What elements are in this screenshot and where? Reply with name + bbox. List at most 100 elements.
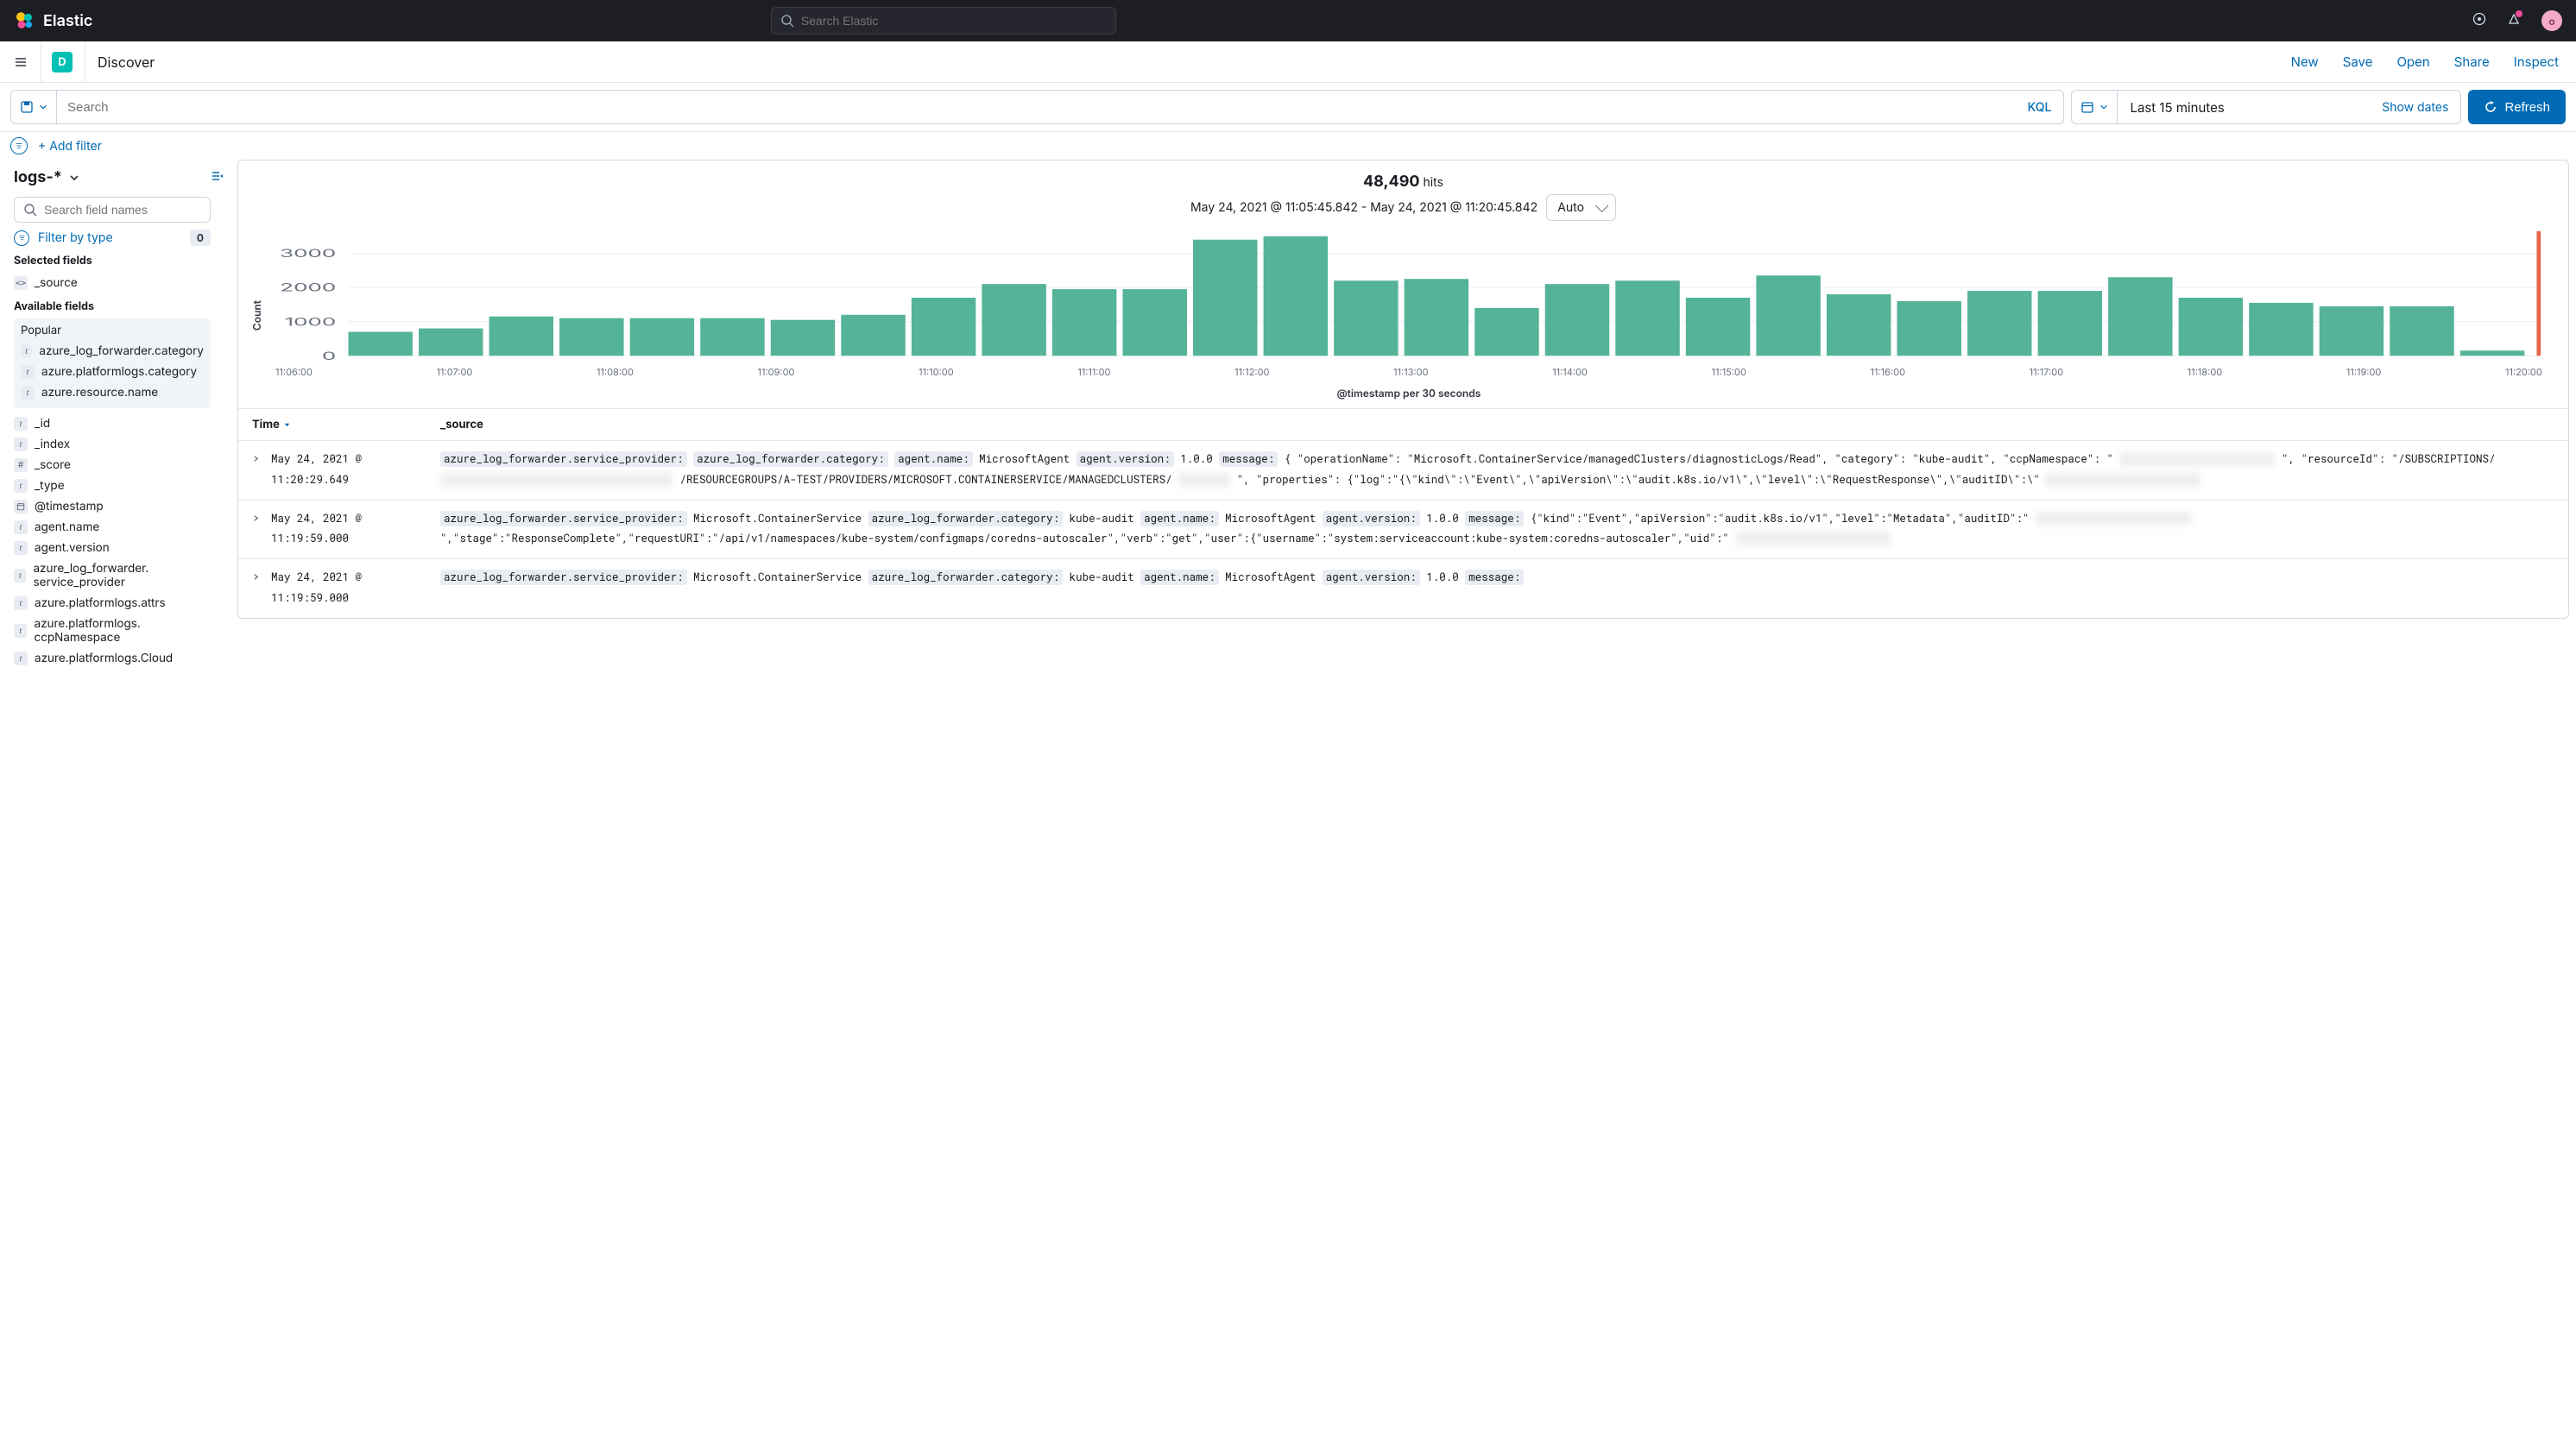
app-subheader: D Discover New Save Open Share Inspect (0, 41, 2576, 83)
histogram-svg: 0 1000 2000 3000 (267, 231, 2551, 361)
field-item[interactable]: tazure.platformlogs. ccpNamespace (14, 614, 224, 648)
search-icon (780, 14, 794, 28)
refresh-button[interactable]: Refresh (2468, 90, 2566, 124)
hamburger-icon (14, 55, 28, 69)
header-right: o (2472, 10, 2562, 31)
disk-icon (20, 100, 34, 114)
field-item[interactable]: tazure.platformlogs.Cloud (14, 648, 224, 669)
add-filter-button[interactable]: + Add filter (38, 139, 102, 154)
index-pattern-selector[interactable]: logs-* (14, 168, 79, 186)
selected-fields-label: Selected fields (14, 255, 224, 268)
hits-header: 48,490 hits (238, 161, 2568, 194)
results-panel: 48,490 hits May 24, 2021 @ 11:05:45.842 … (237, 160, 2569, 619)
col-time[interactable]: Time (252, 418, 440, 431)
col-source[interactable]: _source (440, 418, 2554, 431)
brand-name: Elastic (43, 12, 92, 30)
popular-label: Popular (21, 324, 204, 337)
field-item[interactable]: tazure.resource.name (21, 382, 204, 403)
table-row: May 24, 2021 @ 11:19:59.000 azure_log_fo… (238, 500, 2568, 559)
chevron-down-icon (39, 103, 47, 111)
search-icon (23, 203, 37, 217)
page-title: Discover (98, 54, 155, 71)
field-item[interactable]: tazure_log_forwarder. service_provider (14, 558, 224, 593)
global-search[interactable] (771, 7, 1116, 35)
field-item[interactable]: t_type (14, 476, 224, 496)
index-pattern-label: logs-* (14, 168, 62, 186)
field-item[interactable]: tazure.platformlogs.attrs (14, 593, 224, 614)
filter-count-badge: 0 (190, 230, 211, 246)
row-timestamp: May 24, 2021 @ 11:19:59.000 (271, 509, 440, 551)
top-actions: New Save Open Share Inspect (2291, 54, 2576, 70)
field-search-input[interactable] (44, 203, 201, 217)
field-item[interactable]: #_score (14, 455, 224, 476)
app-badge: D (52, 52, 73, 72)
chart-y-label: Count (247, 300, 267, 331)
svg-text:0: 0 (322, 349, 336, 361)
svg-text:2000: 2000 (280, 280, 336, 294)
refresh-label: Refresh (2504, 100, 2550, 115)
hits-count: 48,490 (1363, 173, 1420, 191)
action-save[interactable]: Save (2343, 54, 2373, 70)
action-inspect[interactable]: Inspect (2514, 54, 2559, 70)
histogram-chart[interactable]: Count 0 1000 2000 3000 11:06:0011:07:0011:0… (238, 228, 2568, 408)
content: 48,490 hits May 24, 2021 @ 11:05:45.842 … (237, 160, 2576, 677)
chart-x-ticks: 11:06:0011:07:0011:08:0011:09:0011:10:00… (267, 364, 2551, 378)
field-search[interactable] (14, 197, 211, 223)
action-new[interactable]: New (2291, 54, 2319, 70)
field-item[interactable]: t_index (14, 434, 224, 455)
chart-interval-select[interactable]: Auto (1546, 194, 1616, 221)
query-input[interactable] (57, 100, 2016, 115)
show-dates-button[interactable]: Show dates (2370, 100, 2460, 115)
saved-query-button[interactable] (11, 91, 57, 123)
row-source: azure_log_forwarder.service_provider: Mi… (440, 509, 2554, 551)
action-open[interactable]: Open (2396, 54, 2429, 70)
search-box: KQL (10, 90, 2064, 124)
row-source: azure_log_forwarder.service_provider: az… (440, 450, 2554, 491)
chart-date-range: May 24, 2021 @ 11:05:45.842 - May 24, 20… (1190, 200, 1537, 215)
popular-fields-group: Popular tazure_log_forwarder.categorytaz… (14, 318, 211, 408)
chevron-down-icon (2099, 103, 2108, 111)
help-icon[interactable] (2472, 12, 2486, 29)
field-item[interactable]: tazure_log_forwarder.category (21, 341, 204, 362)
filter-by-type-label: Filter by type (38, 230, 113, 245)
field-item[interactable]: @timestamp (14, 496, 224, 517)
table-row: May 24, 2021 @ 11:20:29.649 azure_log_fo… (238, 440, 2568, 500)
expand-row-icon[interactable] (252, 450, 271, 491)
svg-text:1000: 1000 (285, 315, 337, 329)
row-source: azure_log_forwarder.service_provider: Mi… (440, 568, 2554, 609)
brand[interactable]: Elastic (14, 10, 92, 31)
table-row: May 24, 2021 @ 11:19:59.000 azure_log_fo… (238, 558, 2568, 618)
expand-row-icon[interactable] (252, 509, 271, 551)
sidebar: logs-* Filter by type 0 Selected fields … (0, 160, 237, 677)
expand-row-icon[interactable] (252, 568, 271, 609)
elastic-logo-icon (14, 10, 35, 31)
field-item[interactable]: tagent.version (14, 538, 224, 558)
filter-settings-icon[interactable] (10, 137, 28, 154)
notification-dot (2516, 10, 2522, 17)
filter-by-type[interactable]: Filter by type 0 (14, 230, 211, 246)
main: logs-* Filter by type 0 Selected fields … (0, 160, 2576, 677)
avatar[interactable]: o (2541, 10, 2562, 31)
doc-table-header: Time _source (238, 408, 2568, 440)
field-item[interactable]: tazure.platformlogs.category (21, 362, 204, 382)
available-fields-label: Available fields (14, 300, 224, 313)
collapse-sidebar-icon[interactable] (210, 169, 224, 186)
row-timestamp: May 24, 2021 @ 11:19:59.000 (271, 568, 440, 609)
chart-x-label: @timestamp per 30 seconds (267, 387, 2551, 400)
field-item[interactable]: tagent.name (14, 517, 224, 538)
field-item[interactable]: t_id (14, 413, 224, 434)
filter-icon (14, 230, 29, 246)
action-share[interactable]: Share (2454, 54, 2490, 70)
refresh-icon (2484, 100, 2497, 114)
nav-toggle[interactable] (0, 41, 41, 83)
query-language-toggle[interactable]: KQL (2016, 100, 2064, 115)
global-search-input[interactable] (801, 14, 1107, 28)
newsfeed-icon[interactable] (2507, 12, 2521, 29)
date-quick-select[interactable] (2072, 91, 2118, 123)
field-item[interactable]: <>_source (14, 273, 224, 293)
sort-desc-icon (283, 421, 291, 429)
row-timestamp: May 24, 2021 @ 11:20:29.649 (271, 450, 440, 491)
hits-label: hits (1423, 175, 1443, 190)
svg-text:3000: 3000 (280, 247, 336, 261)
date-range-display[interactable]: Last 15 minutes (2118, 99, 2370, 116)
